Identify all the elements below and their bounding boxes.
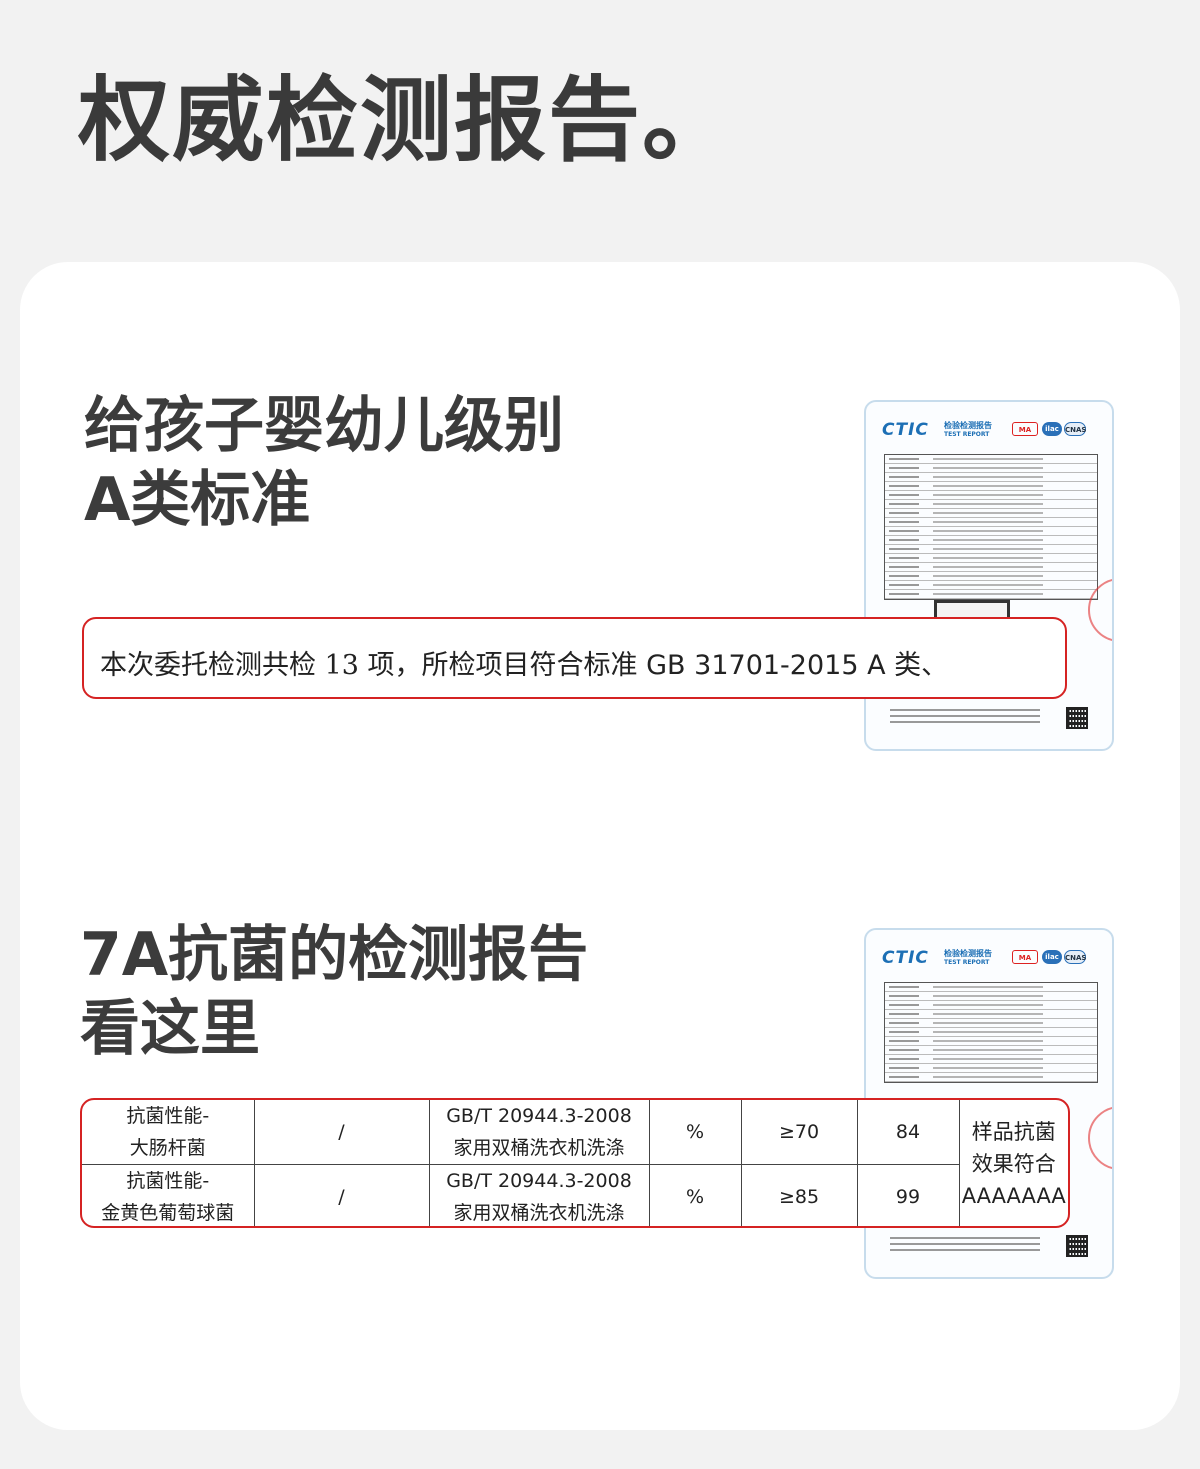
method-line2: 家用双桶洗衣机洗涤 [453, 1202, 625, 1224]
qr-code-icon [1066, 1235, 1088, 1257]
method-cell: GB/T 20944.3-2008 家用双桶洗衣机洗涤 [428, 1100, 650, 1165]
item-cell: 抗菌性能- 大肠杆菌 [82, 1100, 255, 1165]
ctic-logo: CTIC [882, 420, 929, 440]
report-header: CTIC 检验检测报告 TEST REPORT MA ilac CNAS [882, 948, 1100, 970]
highlight-mid: 项，所检项目符合标准 [358, 650, 647, 681]
highlight-count: 13 [324, 650, 359, 681]
item-line2: 金黄色葡萄球菌 [101, 1202, 235, 1224]
section2-heading-line2: 看这里 [80, 994, 260, 1064]
report-title-en: TEST REPORT [944, 431, 990, 438]
red-seal-stamp-icon [1088, 1106, 1112, 1170]
cnas-badge-icon: CNAS [1064, 422, 1086, 436]
section1-heading-line2: A类标准 [84, 465, 311, 535]
report-title-en: TEST REPORT [944, 959, 990, 966]
method-cell: GB/T 20944.3-2008 家用双桶洗衣机洗涤 [428, 1164, 650, 1226]
report-title: 检验检测报告 TEST REPORT [944, 421, 992, 439]
cnas-badge-icon: CNAS [1064, 950, 1086, 964]
item-line1: 抗菌性能- [126, 1170, 210, 1192]
ma-badge-icon: MA [1012, 422, 1038, 436]
table-row: 抗菌性能- 金黄色葡萄球菌 / GB/T 20944.3-2008 家用双桶洗衣机洗… [82, 1164, 1068, 1226]
method-line1: GB/T 20944.3-2008 [446, 1105, 632, 1127]
report-footer [890, 1237, 1050, 1255]
report-table [884, 454, 1098, 600]
report-table [884, 982, 1098, 1083]
item-line1: 抗菌性能- [126, 1105, 210, 1127]
highlight-text: 本次委托检测共检 13 项，所检项目符合标准 GB 31701-2015 A 类… [100, 643, 948, 682]
ilac-badge-icon: ilac [1042, 422, 1062, 436]
unit-col-cell: / [253, 1164, 430, 1226]
section1-heading: 给孩子婴幼儿级别 A类标准 [84, 389, 564, 537]
report-title: 检验检测报告 TEST REPORT [944, 949, 992, 967]
ma-badge-icon: MA [1012, 950, 1038, 964]
report-footer [890, 709, 1050, 727]
unit-cell: % [648, 1164, 742, 1226]
unit-col-cell: / [253, 1100, 430, 1165]
antibacterial-table: 抗菌性能- 大肠杆菌 / GB/T 20944.3-2008 家用双桶洗衣机洗涤 %… [82, 1100, 1068, 1226]
requirement-cell: ≥85 [740, 1164, 858, 1226]
item-line2: 大肠杆菌 [129, 1137, 206, 1159]
highlight-box-1: 本次委托检测共检 13 项，所检项目符合标准 GB 31701-2015 A 类… [82, 617, 1067, 699]
report-title-cn: 检验检测报告 [944, 949, 992, 958]
highlight-table-2: 抗菌性能- 大肠杆菌 / GB/T 20944.3-2008 家用双桶洗衣机洗涤 %… [80, 1098, 1070, 1228]
qr-code-icon [1066, 707, 1088, 729]
result-cell: 99 [856, 1164, 959, 1226]
report-title-cn: 检验检测报告 [944, 421, 992, 430]
highlight-standard: GB 31701-2015 A [646, 650, 886, 681]
requirement-cell: ≥70 [740, 1100, 858, 1165]
highlight-suffix: 类、 [885, 650, 949, 681]
conclusion-line2: 效果符合 [971, 1152, 1056, 1177]
conclusion-line1: 样品抗菌 [971, 1120, 1056, 1145]
item-cell: 抗菌性能- 金黄色葡萄球菌 [82, 1164, 255, 1226]
ctic-logo: CTIC [882, 948, 929, 968]
report-header: CTIC 检验检测报告 TEST REPORT MA ilac CNAS [882, 420, 1100, 442]
section2-heading: 7A抗菌的检测报告 看这里 [80, 918, 588, 1066]
ilac-badge-icon: ilac [1042, 950, 1062, 964]
unit-cell: % [648, 1100, 742, 1165]
conclusion-cell: 样品抗菌 效果符合 AAAAAAA [958, 1100, 1068, 1226]
table-row: 抗菌性能- 大肠杆菌 / GB/T 20944.3-2008 家用双桶洗衣机洗涤 %… [82, 1100, 1068, 1226]
highlight-prefix: 本次委托检测共检 [100, 650, 325, 681]
section1-heading-line1: 给孩子婴幼儿级别 [84, 391, 564, 461]
conclusion-line3: AAAAAAA [961, 1184, 1066, 1209]
page-title: 权威检测报告。 [78, 67, 737, 174]
method-line1: GB/T 20944.3-2008 [446, 1170, 632, 1192]
result-cell: 84 [856, 1100, 960, 1165]
method-line2: 家用双桶洗衣机洗涤 [453, 1137, 625, 1159]
section2-heading-line1: 7A抗菌的检测报告 [80, 920, 589, 990]
